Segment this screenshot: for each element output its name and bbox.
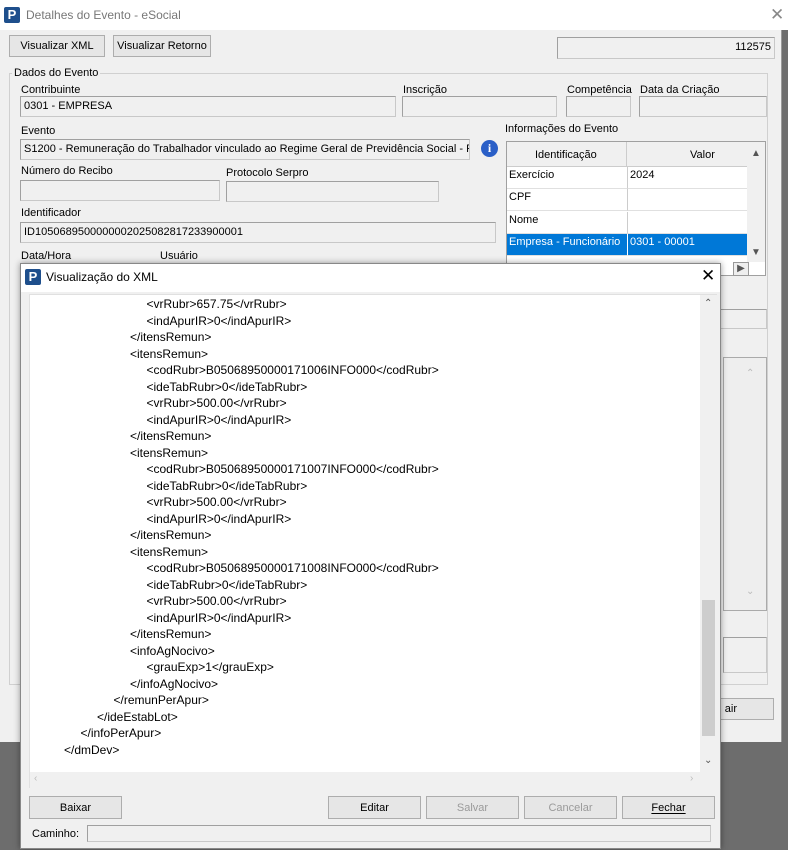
evento-label: Evento bbox=[21, 125, 56, 137]
xml-line: </itensRemun> bbox=[130, 330, 212, 344]
scroll-down-icon[interactable]: ⌄ bbox=[746, 586, 754, 597]
data-criacao-field[interactable] bbox=[639, 96, 767, 117]
identificador-label: Identificador bbox=[21, 207, 81, 219]
xml-line: <ideTabRubr>0</ideTabRubr> bbox=[146, 577, 308, 592]
cancel-button[interactable]: Cancelar bbox=[524, 796, 617, 819]
vertical-scrollbar[interactable]: ⌃ ⌄ bbox=[700, 295, 717, 772]
contribuinte-field[interactable]: 0301 - EMPRESA bbox=[20, 96, 396, 117]
xml-line: <vrRubr>500.00</vrRubr> bbox=[146, 495, 287, 509]
xml-line: <codRubr>B05068950000171006INFO000</codR… bbox=[146, 363, 439, 377]
xml-line: <ideTabRubr>0</ideTabRubr> bbox=[146, 478, 308, 493]
scroll-left-icon[interactable]: ‹ bbox=[34, 773, 37, 784]
grid-header-identificacao[interactable]: Identificação bbox=[535, 149, 597, 161]
memo-box[interactable]: ⌃ ⌄ bbox=[723, 357, 767, 611]
close-icon[interactable]: ✕ bbox=[770, 5, 784, 25]
grid-cell-selected[interactable]: 0301 - 00001 bbox=[627, 234, 747, 256]
close-button[interactable]: Fechar bbox=[622, 796, 715, 819]
info-icon[interactable]: i bbox=[481, 140, 498, 157]
group-title: Dados do Evento bbox=[12, 67, 101, 79]
xml-line: <vrRubr>500.00</vrRubr> bbox=[146, 594, 287, 608]
grid-cell[interactable]: 2024 bbox=[627, 167, 747, 189]
save-button[interactable]: Salvar bbox=[426, 796, 519, 819]
xml-line: </itensRemun> bbox=[130, 627, 212, 641]
xml-line: <itensRemun> bbox=[130, 445, 209, 460]
scroll-down-icon[interactable]: ▼ bbox=[751, 247, 761, 258]
xml-line: <ideTabRubr>0</ideTabRubr> bbox=[146, 379, 308, 394]
edit-button[interactable]: Editar bbox=[328, 796, 421, 819]
xml-line: <itensRemun> bbox=[130, 346, 209, 361]
xml-line: <vrRubr>657.75</vrRubr> bbox=[146, 297, 287, 311]
grid-cell[interactable] bbox=[627, 189, 747, 211]
title-bar: P Detalhes do Evento - eSocial ✕ bbox=[0, 0, 788, 30]
close-button-label: Fechar bbox=[651, 801, 686, 814]
competencia-label: Competência bbox=[567, 84, 632, 96]
dialog-title: Visualização do XML bbox=[46, 270, 158, 284]
grid-cell-selected[interactable]: Empresa - Funcionário bbox=[507, 234, 627, 256]
scroll-up-icon[interactable]: ▲ bbox=[751, 148, 761, 159]
data-hora-label: Data/Hora bbox=[21, 250, 72, 262]
competencia-field[interactable] bbox=[566, 96, 631, 117]
horizontal-scrollbar[interactable]: ‹ › bbox=[30, 772, 717, 788]
xml-line: </itensRemun> bbox=[130, 429, 212, 443]
evento-field[interactable]: S1200 - Remuneração do Trabalhador vincu… bbox=[20, 139, 470, 160]
scroll-up-icon[interactable]: ⌃ bbox=[704, 298, 712, 309]
info-evento-label: Informações do Evento bbox=[505, 123, 619, 135]
grid-cell[interactable]: Exercício bbox=[507, 167, 627, 189]
xml-view-dialog: P Visualização do XML ✕ <vrRubr>657.75</… bbox=[20, 263, 721, 849]
close-icon[interactable]: ✕ bbox=[701, 266, 715, 286]
dialog-title-bar: P Visualização do XML ✕ bbox=[21, 264, 720, 292]
grid-cell[interactable]: Nome bbox=[507, 212, 627, 234]
window-title: Detalhes do Evento - eSocial bbox=[26, 8, 181, 22]
event-number-field: 112575 bbox=[557, 37, 775, 59]
protocolo-label: Protocolo Serpro bbox=[226, 167, 309, 179]
xml-text-area[interactable]: <vrRubr>657.75</vrRubr> <indApurIR>0</ind… bbox=[29, 294, 717, 788]
protocolo-field[interactable] bbox=[226, 181, 439, 202]
path-label: Caminho: bbox=[32, 828, 80, 840]
xml-line: </infoAgNocivo> bbox=[130, 676, 219, 691]
contribuinte-label: Contribuinte bbox=[21, 84, 81, 96]
scroll-right-icon[interactable]: ▶ bbox=[733, 262, 749, 276]
app-logo-icon: P bbox=[25, 269, 41, 285]
scroll-down-icon[interactable]: ⌄ bbox=[704, 755, 712, 766]
xml-line: </itensRemun> bbox=[130, 528, 212, 542]
grid-vertical-scrollbar[interactable]: ▲ ▼ bbox=[747, 142, 765, 262]
grid-header-valor[interactable]: Valor bbox=[690, 149, 715, 161]
download-button[interactable]: Baixar bbox=[29, 796, 122, 819]
grid-cell[interactable]: CPF bbox=[507, 189, 627, 211]
info-event-grid[interactable]: Identificação Valor Exercício 2024 CPF N… bbox=[506, 141, 766, 276]
data-criacao-label: Data da Criação bbox=[640, 84, 720, 96]
grid-cell[interactable] bbox=[627, 212, 747, 234]
field-partial bbox=[720, 309, 767, 329]
inscricao-label: Inscrição bbox=[403, 84, 448, 96]
app-logo-icon: P bbox=[4, 7, 20, 23]
grid-header: Identificação Valor bbox=[507, 142, 747, 167]
xml-line: <vrRubr>500.00</vrRubr> bbox=[146, 396, 287, 410]
view-return-button[interactable]: Visualizar Retorno bbox=[113, 35, 211, 57]
scroll-right-icon[interactable]: › bbox=[690, 773, 693, 784]
scrollbar-thumb[interactable] bbox=[702, 600, 715, 736]
xml-line: <indApurIR>0</indApurIR> bbox=[146, 412, 292, 427]
spin-field[interactable] bbox=[723, 637, 767, 673]
xml-line: </ideEstabLot> bbox=[97, 709, 178, 724]
numero-recibo-field[interactable] bbox=[20, 180, 220, 201]
xml-line: <grauExp>1</grauExp> bbox=[146, 660, 274, 674]
xml-line: <itensRemun> bbox=[130, 544, 209, 559]
xml-line: <indApurIR>0</indApurIR> bbox=[146, 610, 292, 625]
usuario-label: Usuário bbox=[160, 250, 198, 262]
grid-header-divider bbox=[626, 142, 627, 167]
inscricao-field[interactable] bbox=[402, 96, 557, 117]
xml-line: <indApurIR>0</indApurIR> bbox=[146, 511, 292, 526]
path-field[interactable] bbox=[87, 825, 711, 842]
xml-line: <codRubr>B05068950000171008INFO000</codR… bbox=[146, 561, 439, 575]
numero-recibo-label: Número do Recibo bbox=[21, 165, 113, 177]
scroll-up-icon[interactable]: ⌃ bbox=[746, 368, 754, 379]
xml-line: </remunPerApur> bbox=[113, 693, 209, 707]
xml-line: <infoAgNocivo> bbox=[130, 643, 215, 658]
xml-line: </infoPerApur> bbox=[80, 726, 162, 740]
identificador-field[interactable]: ID1050689500000002025082817233900001 bbox=[20, 222, 496, 243]
view-xml-button[interactable]: Visualizar XML bbox=[9, 35, 105, 57]
xml-line: </dmDev> bbox=[64, 742, 120, 757]
xml-line: <indApurIR>0</indApurIR> bbox=[146, 313, 292, 328]
xml-line: <codRubr>B05068950000171007INFO000</codR… bbox=[146, 462, 439, 476]
